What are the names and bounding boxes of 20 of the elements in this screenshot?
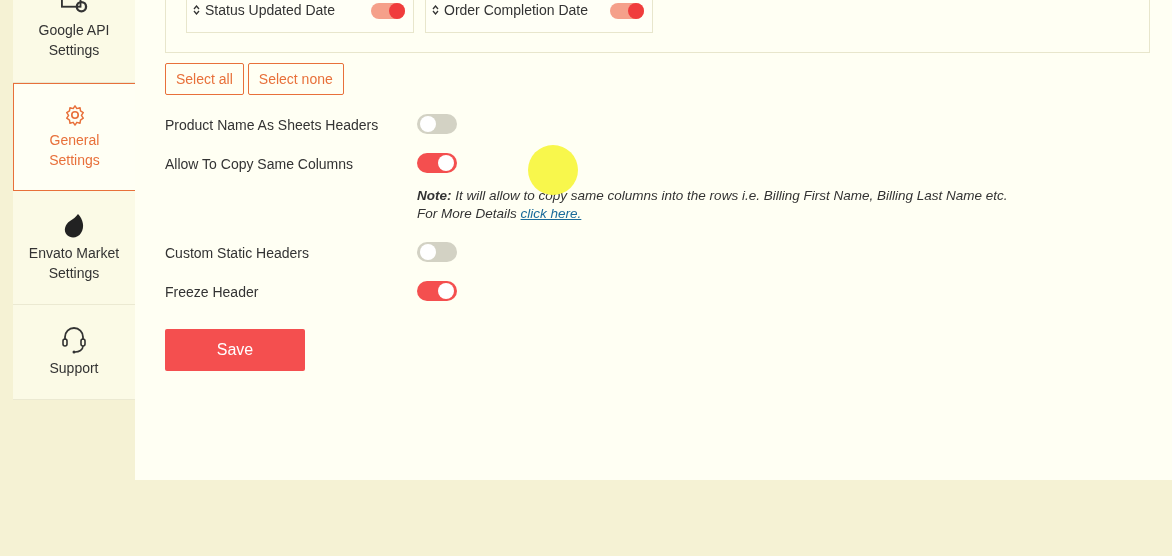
column-toggle[interactable]	[610, 3, 644, 19]
sort-icon	[432, 5, 439, 15]
setting-label: Custom Static Headers	[165, 244, 310, 262]
setting-label: Freeze Header	[165, 283, 260, 301]
setting-label: Allow To Copy Same Columns	[165, 155, 355, 173]
headset-icon	[61, 326, 87, 354]
details-link[interactable]: click here.	[520, 206, 582, 221]
setting-label: Product Name As Sheets Headers	[165, 116, 380, 134]
column-card[interactable]: Order Completion Date	[425, 0, 653, 33]
column-label: Order Completion Date	[444, 2, 588, 18]
toggle-switch[interactable]	[417, 242, 457, 262]
column-card[interactable]: Status Updated Date	[186, 0, 414, 33]
column-toggle[interactable]	[371, 3, 405, 19]
toggle-switch[interactable]	[417, 114, 457, 134]
sort-icon	[193, 5, 200, 15]
column-label: Status Updated Date	[205, 2, 335, 18]
leaf-icon	[63, 212, 85, 239]
toggle-switch[interactable]	[417, 153, 457, 173]
gear-icon	[63, 104, 86, 126]
toggle-switch[interactable]	[417, 281, 457, 301]
